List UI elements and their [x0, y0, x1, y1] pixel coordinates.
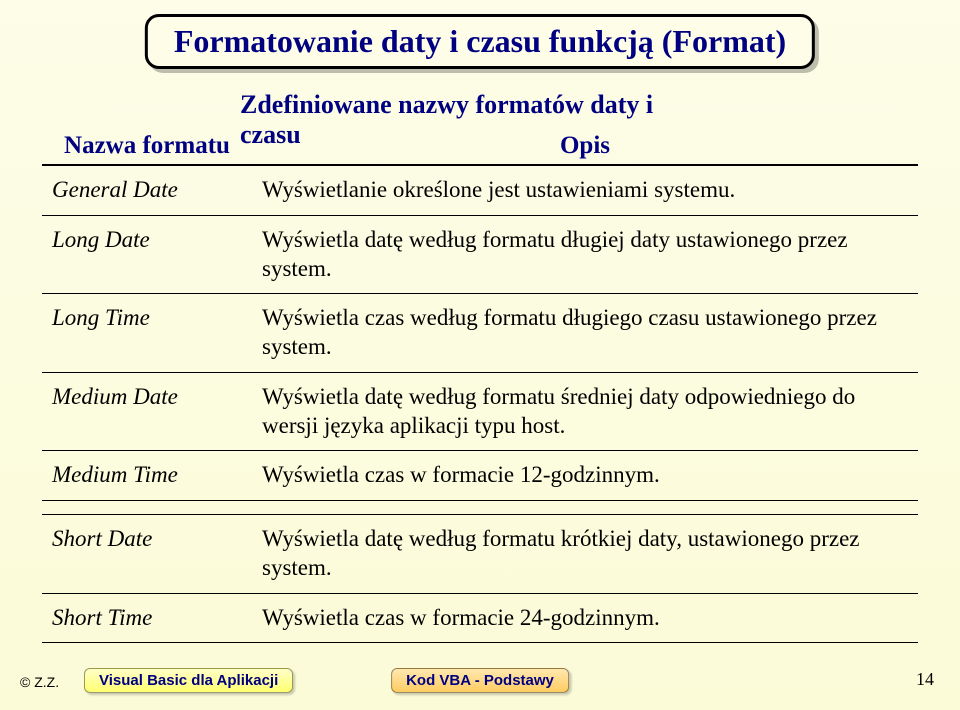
format-name: General Date	[42, 165, 252, 215]
format-desc: Wyświetla datę według formatu długiej da…	[252, 215, 918, 294]
format-name: Long Time	[42, 294, 252, 373]
table-row: Long Date Wyświetla datę według formatu …	[42, 215, 918, 294]
format-desc: Wyświetla czas w formacie 24-godzinnym.	[252, 593, 918, 643]
page-number: 14	[916, 669, 934, 690]
slide-title-box: Formatowanie daty i czasu funkcją (Forma…	[145, 14, 815, 69]
copyright-text: © Z.Z.	[20, 674, 59, 690]
footer-pill-center: Kod VBA - Podstawy	[391, 668, 569, 693]
format-name: Short Time	[42, 593, 252, 643]
header-desc: Opis	[252, 128, 918, 165]
format-desc: Wyświetla czas w formacie 12-godzinnym.	[252, 451, 918, 501]
format-desc: Wyświetla czas według formatu długiego c…	[252, 294, 918, 373]
format-name: Medium Date	[42, 372, 252, 451]
table-row: Long Time Wyświetla czas według formatu …	[42, 294, 918, 373]
format-name: Short Date	[42, 515, 252, 594]
table-header-row: Nazwa formatu Opis	[42, 128, 918, 165]
table-row: Short Date Wyświetla datę według formatu…	[42, 515, 918, 594]
slide-title: Formatowanie daty i czasu funkcją (Forma…	[174, 23, 786, 60]
table-gap	[42, 501, 918, 515]
format-desc: Wyświetlanie określone jest ustawieniami…	[252, 165, 918, 215]
format-table: Nazwa formatu Opis General Date Wyświetl…	[42, 128, 918, 643]
slide-footer: © Z.Z. Visual Basic dla Aplikacji Kod VB…	[0, 664, 960, 696]
table-row: Medium Time Wyświetla czas w formacie 12…	[42, 451, 918, 501]
table-row: General Date Wyświetlanie określone jest…	[42, 165, 918, 215]
footer-pill-left: Visual Basic dla Aplikacji	[84, 668, 293, 693]
table-row: Short Time Wyświetla czas w formacie 24-…	[42, 593, 918, 643]
table-row: Medium Date Wyświetla datę według format…	[42, 372, 918, 451]
format-name: Medium Time	[42, 451, 252, 501]
format-desc: Wyświetla datę według formatu krótkiej d…	[252, 515, 918, 594]
format-name: Long Date	[42, 215, 252, 294]
header-name: Nazwa formatu	[42, 128, 252, 165]
format-desc: Wyświetla datę według formatu średniej d…	[252, 372, 918, 451]
